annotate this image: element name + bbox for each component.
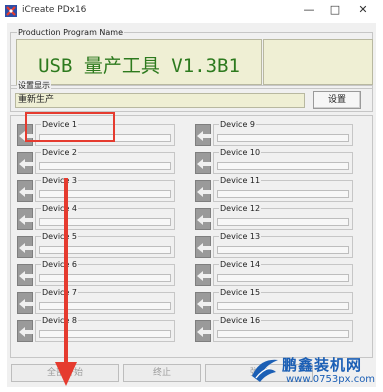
device-slot: Device 9 xyxy=(195,119,355,147)
device-slot: Device 16 xyxy=(195,315,355,343)
program-name-group-label: Production Program Name xyxy=(17,27,125,38)
device-slot: Device 11 xyxy=(195,175,355,203)
device-progress-bar xyxy=(217,190,349,198)
settings-button[interactable]: 设置 xyxy=(313,91,361,109)
device-progress-bar xyxy=(217,246,349,254)
program-side-display xyxy=(263,39,373,85)
device-label: Device 16 xyxy=(219,315,262,326)
device-arrow-icon[interactable] xyxy=(195,236,211,258)
device-arrow-icon[interactable] xyxy=(17,292,33,314)
device-slot: Device 7 xyxy=(17,287,177,315)
window-title-bar[interactable]: iCreate PDx16 — □ ✕ xyxy=(0,0,383,22)
device-progress-bar xyxy=(217,302,349,310)
program-title-display: USB 量产工具 V1.3B1 xyxy=(16,39,262,85)
device-progress-bar xyxy=(39,162,171,170)
device-slot: Device 15 xyxy=(195,287,355,315)
device-slot: Device 12 xyxy=(195,203,355,231)
device-status-box: Device 15 xyxy=(213,287,353,314)
program-title: USB 量产工具 V1.3B1 xyxy=(38,55,240,77)
device-status-box: Device 14 xyxy=(213,259,353,286)
stop-button[interactable]: 终止 xyxy=(123,364,201,382)
device-slot: Device 5 xyxy=(17,231,177,259)
device-arrow-icon[interactable] xyxy=(17,264,33,286)
device-label: Device 9 xyxy=(219,119,256,130)
device-arrow-icon[interactable] xyxy=(195,264,211,286)
device-slot: Device 4 xyxy=(17,203,177,231)
device-label: Device 2 xyxy=(41,147,78,158)
device-slot: Device 13 xyxy=(195,231,355,259)
program-name-group: Production Program Name USB 量产工具 V1.3B1 xyxy=(10,27,373,89)
device-status-box: Device 2 xyxy=(35,147,175,174)
device-slot: Device 14 xyxy=(195,259,355,287)
device-label: Device 10 xyxy=(219,147,262,158)
device-status-box: Device 10 xyxy=(213,147,353,174)
device-status-box: Device 9 xyxy=(213,119,353,146)
device-status-box: Device 13 xyxy=(213,231,353,258)
device-arrow-icon[interactable] xyxy=(17,152,33,174)
device-slot: Device 10 xyxy=(195,147,355,175)
device-label: Device 15 xyxy=(219,287,262,298)
device-arrow-icon[interactable] xyxy=(195,180,211,202)
device-arrow-icon[interactable] xyxy=(17,208,33,230)
device-progress-bar xyxy=(217,218,349,226)
device-arrow-icon[interactable] xyxy=(195,152,211,174)
settings-group-label: 设置显示 xyxy=(17,80,51,91)
device-slot: Device 2 xyxy=(17,147,177,175)
device-status-box: Device 12 xyxy=(213,203,353,230)
device-progress-bar xyxy=(217,134,349,142)
device-arrow-icon[interactable] xyxy=(17,180,33,202)
device-status-box: Device 16 xyxy=(213,315,353,342)
device-arrow-icon[interactable] xyxy=(195,208,211,230)
watermark-logo-icon xyxy=(252,359,278,382)
device-arrow-icon[interactable] xyxy=(195,292,211,314)
device-arrow-icon[interactable] xyxy=(17,320,33,342)
device-arrow-icon[interactable] xyxy=(195,320,211,342)
minimize-button[interactable]: — xyxy=(302,3,316,17)
settings-display-field: 重新生产 xyxy=(15,93,305,108)
watermark-url: www.0753px.com xyxy=(286,374,376,385)
maximize-button[interactable]: □ xyxy=(328,3,342,17)
device-label: Device 12 xyxy=(219,203,262,214)
highlight-box xyxy=(25,112,115,142)
device-status-box: Device 11 xyxy=(213,175,353,202)
device-arrow-icon[interactable] xyxy=(195,124,211,146)
device-arrow-icon[interactable] xyxy=(17,236,33,258)
watermark: 鹏鑫装机网 www.0753px.com xyxy=(250,352,380,390)
device-slot: Device 8 xyxy=(17,315,177,343)
window-title: iCreate PDx16 xyxy=(22,5,87,15)
device-progress-bar xyxy=(217,330,349,338)
device-label: Device 13 xyxy=(219,231,262,242)
close-button[interactable]: ✕ xyxy=(356,3,370,17)
watermark-brand: 鹏鑫装机网 xyxy=(282,356,363,374)
device-slot: Device 6 xyxy=(17,259,177,287)
device-progress-bar xyxy=(217,274,349,282)
settings-group: 设置显示 重新生产 设置 xyxy=(10,80,373,112)
device-label: Device 14 xyxy=(219,259,262,270)
device-slot: Device 3 xyxy=(17,175,177,203)
device-label: Device 11 xyxy=(219,175,262,186)
device-progress-bar xyxy=(217,162,349,170)
app-icon xyxy=(5,5,17,17)
down-arrow-annotation xyxy=(55,178,77,386)
